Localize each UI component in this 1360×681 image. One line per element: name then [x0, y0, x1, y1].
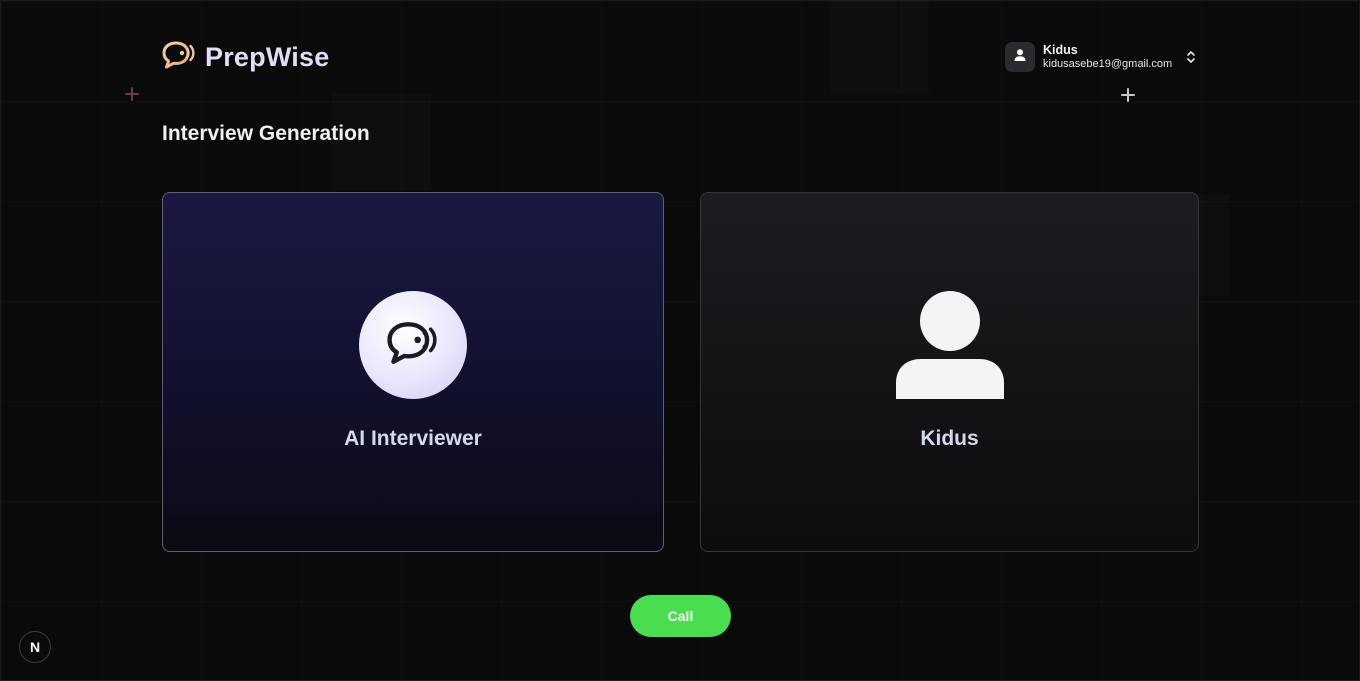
call-button[interactable]: Call — [630, 595, 731, 637]
user-icon — [1013, 48, 1027, 67]
page-title: Interview Generation — [162, 122, 370, 145]
user-card: Kidus — [700, 192, 1199, 552]
chevron-up-down-icon[interactable] — [1186, 49, 1196, 65]
background-tile — [830, 1, 929, 94]
sparkle-decoration — [1121, 88, 1135, 102]
sparkle-decoration — [125, 87, 139, 101]
dev-tools-badge[interactable]: N — [19, 631, 51, 663]
app-name: PrepWise — [205, 41, 330, 72]
ai-avatar — [359, 291, 467, 399]
chat-bubble-voice-icon — [383, 318, 443, 373]
user-avatar — [1005, 42, 1035, 72]
ai-interviewer-card: AI Interviewer — [162, 192, 664, 552]
page: PrepWise Kidus kidusasebe19@gmail.com In… — [0, 0, 1360, 681]
logo-icon — [161, 39, 197, 76]
user-card-label: Kidus — [920, 427, 979, 450]
user-menu[interactable]: Kidus kidusasebe19@gmail.com — [1005, 41, 1196, 73]
user-silhouette-icon — [895, 291, 1005, 399]
user-email: kidusasebe19@gmail.com — [1043, 57, 1173, 70]
app-logo[interactable]: PrepWise — [161, 39, 329, 75]
ai-interviewer-label: AI Interviewer — [344, 427, 482, 450]
user-info: Kidus kidusasebe19@gmail.com — [1043, 43, 1172, 70]
user-name: Kidus — [1043, 43, 1078, 58]
background-tile — [1199, 194, 1229, 296]
